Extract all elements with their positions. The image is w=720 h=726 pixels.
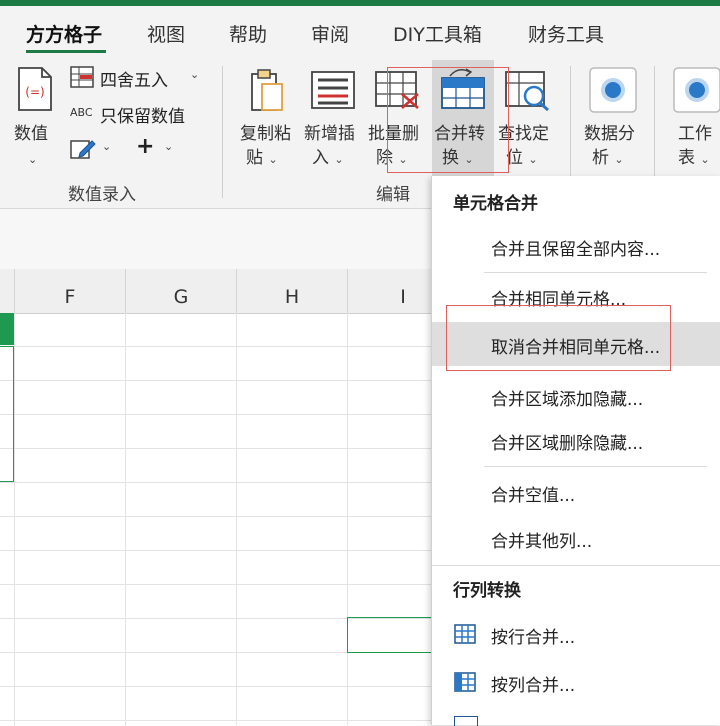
group-label-edit: 编辑 [376, 185, 410, 205]
menu-divider [484, 272, 707, 273]
chevron-down-icon: ⌄ [190, 68, 200, 81]
column-header-partial[interactable] [0, 269, 15, 313]
merge-convert-menu: 单元格合并 合并且保留全部内容... 合并相同单元格... 取消合并相同单元格.… [431, 176, 720, 726]
highlight-box-ribbon [387, 67, 509, 173]
tab-view[interactable]: 视图 [147, 20, 185, 47]
keep-numeric-button[interactable]: ABC 只保留数值 [70, 100, 210, 128]
analysis-icon [589, 67, 637, 113]
edit-pen-icon [70, 140, 96, 159]
column-merge-icon [454, 672, 476, 692]
grid-line [14, 313, 15, 725]
chevron-down-icon: ⌄ [28, 153, 38, 166]
column-header-g[interactable]: G [126, 269, 237, 313]
menu-item-merge-keep-all[interactable]: 合并且保留全部内容... [432, 224, 720, 268]
edit-entry-button[interactable]: ⌄ [70, 136, 114, 164]
menu-item-merge-area-remove-hidden[interactable]: 合并区域删除隐藏... [432, 418, 720, 462]
plus-icon: + [136, 134, 155, 159]
tab-finance-tools[interactable]: 财务工具 [528, 20, 604, 47]
new-insert-label-1: 新增插 [304, 124, 355, 144]
tab-fangfanggezi[interactable]: 方方格子 [26, 20, 102, 47]
selection-border [0, 346, 14, 482]
menu-divider [432, 565, 720, 566]
group-label-numeric: 数值录入 [68, 185, 136, 205]
data-analysis-label-2: 析 ⌄ [592, 148, 624, 168]
round-label: 四舍五入 [100, 71, 168, 91]
data-analysis-label-1: 数据分 [584, 124, 635, 144]
copy-paste-button[interactable]: 复制粘 贴 ⌄ [236, 66, 300, 176]
menu-item-merge-by-column[interactable]: 按列合并... [432, 660, 720, 704]
worksheet-label-2: 表 ⌄ [678, 148, 710, 168]
tab-diy-toolbox[interactable]: DIY工具箱 [393, 20, 482, 47]
selected-cell-fill [0, 313, 14, 345]
round-button[interactable]: 四舍五入 ⌄ [70, 64, 210, 92]
active-cell[interactable] [347, 617, 433, 653]
menu-item-merge-other-columns[interactable]: 合并其他列... [432, 516, 720, 560]
new-insert-label-2: 入 ⌄ [312, 148, 344, 168]
ribbon-divider [222, 66, 223, 198]
formula-glyph: (=) [25, 85, 44, 99]
formula-doc-icon: (=) [18, 67, 52, 111]
menu-section-row-col-convert: 行列转换 [453, 581, 521, 601]
numeric-label: 数值 [14, 124, 48, 144]
worksheet-button[interactable]: 工作 表 ⌄ [666, 66, 720, 176]
abc-icon: ABC [70, 106, 93, 119]
keep-numeric-label: 只保留数值 [100, 107, 185, 127]
column-header-f[interactable]: F [15, 269, 126, 313]
find-locate-label-2: 位 ⌄ [506, 148, 538, 168]
column-header-h[interactable]: H [237, 269, 348, 313]
plus-button[interactable]: + ⌄ [134, 134, 178, 164]
copy-paste-label-2: 贴 ⌄ [246, 148, 278, 168]
row-merge-icon [454, 624, 476, 644]
worksheet-icon [673, 67, 720, 113]
highlight-box-menu [446, 305, 671, 371]
menu-item-merge-by-row[interactable]: 按行合并... [432, 612, 720, 656]
copy-paste-label-1: 复制粘 [240, 124, 291, 144]
ribbon-tabs: 方方格子 视图 帮助 审阅 DIY工具箱 财务工具 [0, 6, 720, 58]
chevron-down-icon: ⌄ [164, 140, 174, 153]
active-tab-indicator [26, 50, 106, 53]
new-insert-button[interactable]: 新增插 入 ⌄ [302, 66, 366, 176]
tab-review[interactable]: 审阅 [311, 20, 349, 47]
round-grid-icon [70, 66, 94, 88]
clipboard-icon [251, 69, 283, 111]
chevron-down-icon: ⌄ [102, 140, 112, 153]
worksheet-label-1: 工作 [678, 124, 712, 144]
grid-line [125, 313, 126, 725]
find-grid-icon [505, 71, 549, 112]
tab-help[interactable]: 帮助 [229, 20, 267, 47]
insert-rows-icon [311, 71, 355, 109]
menu-item-merge-empty[interactable]: 合并空值... [432, 470, 720, 514]
grid-line [347, 313, 348, 725]
data-analysis-button[interactable]: 数据分 析 ⌄ [582, 66, 646, 176]
menu-divider [484, 466, 707, 467]
grid-line [236, 313, 237, 725]
numeric-button[interactable]: (=) 数值 ⌄ [10, 66, 58, 176]
menu-item-merge-area-add-hidden[interactable]: 合并区域添加隐藏... [432, 374, 720, 418]
menu-section-cell-merge: 单元格合并 [453, 194, 538, 214]
